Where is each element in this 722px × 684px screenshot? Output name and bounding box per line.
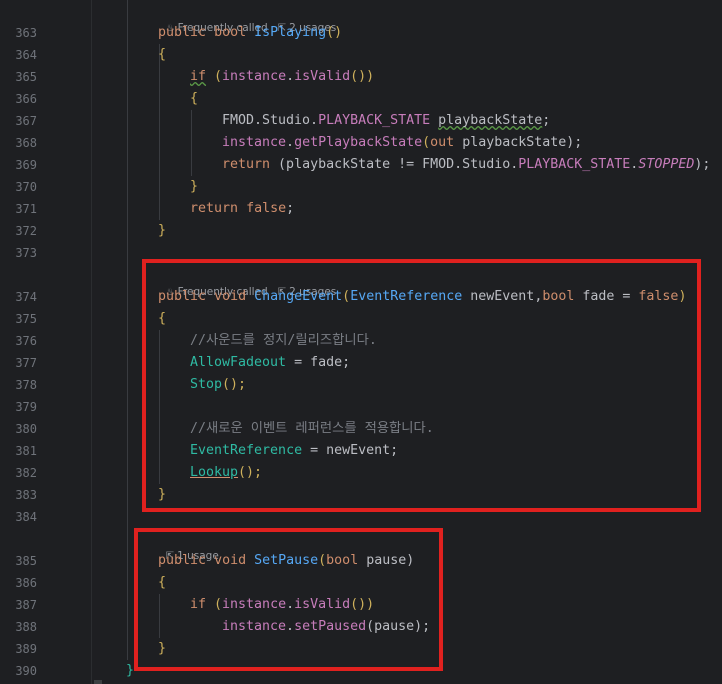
member: instance: [222, 135, 287, 150]
line-number: 384: [15, 510, 37, 524]
method-name: IsPlaying: [254, 25, 327, 40]
namespace: FMOD.Studio.: [222, 113, 319, 128]
paren: ()): [350, 69, 375, 84]
keyword: return: [222, 157, 271, 172]
code-line[interactable]: }: [0, 176, 722, 198]
fold-marker[interactable]: [94, 680, 102, 684]
enum-type: PLAYBACK_STATE: [318, 113, 431, 128]
code-line[interactable]: {: [0, 88, 722, 110]
semicolon: ;: [542, 113, 551, 128]
highlight-box-set-pause: [134, 528, 443, 671]
brace: {: [158, 47, 167, 62]
paren: (: [206, 69, 223, 84]
semicolon: ;: [286, 201, 295, 216]
enum-type: PLAYBACK_STATE: [518, 157, 631, 172]
code-line[interactable]: if (instance.isValid()): [0, 66, 722, 88]
keyword: out: [430, 135, 455, 150]
parens: (): [326, 25, 343, 40]
keyword: if: [190, 69, 207, 84]
expression: (playbackState != FMOD.Studio.: [270, 157, 519, 172]
code-line[interactable]: return (playbackState != FMOD.Studio.PLA…: [0, 154, 722, 176]
method-call: isValid: [294, 69, 351, 84]
code-line[interactable]: public bool IsPlaying(): [0, 22, 722, 44]
brace: {: [190, 91, 199, 106]
dot: .: [286, 135, 295, 150]
code-line[interactable]: return false;: [0, 198, 722, 220]
member: instance: [222, 69, 287, 84]
brace: }: [190, 179, 199, 194]
argument: playbackState);: [454, 135, 583, 150]
line-number: 379: [15, 400, 37, 414]
highlight-box-change-event: [142, 259, 701, 512]
keyword: bool: [214, 25, 247, 40]
close: );: [694, 157, 711, 172]
code-line[interactable]: }: [0, 220, 722, 242]
method-call: getPlaybackState: [294, 135, 423, 150]
code-line[interactable]: FMOD.Studio.PLAYBACK_STATE playbackState…: [0, 110, 722, 132]
brace: }: [158, 223, 167, 238]
keyword: false: [246, 201, 287, 216]
enum-value: STOPPED: [638, 157, 695, 172]
brace: }: [126, 663, 135, 678]
code-line[interactable]: {: [0, 44, 722, 66]
keyword: public: [158, 25, 207, 40]
variable: playbackState: [438, 113, 543, 128]
line-number: 373: [15, 246, 37, 260]
dot: .: [286, 69, 295, 84]
code-line[interactable]: instance.getPlaybackState(out playbackSt…: [0, 132, 722, 154]
keyword: return: [190, 201, 239, 216]
paren: (: [422, 135, 431, 150]
